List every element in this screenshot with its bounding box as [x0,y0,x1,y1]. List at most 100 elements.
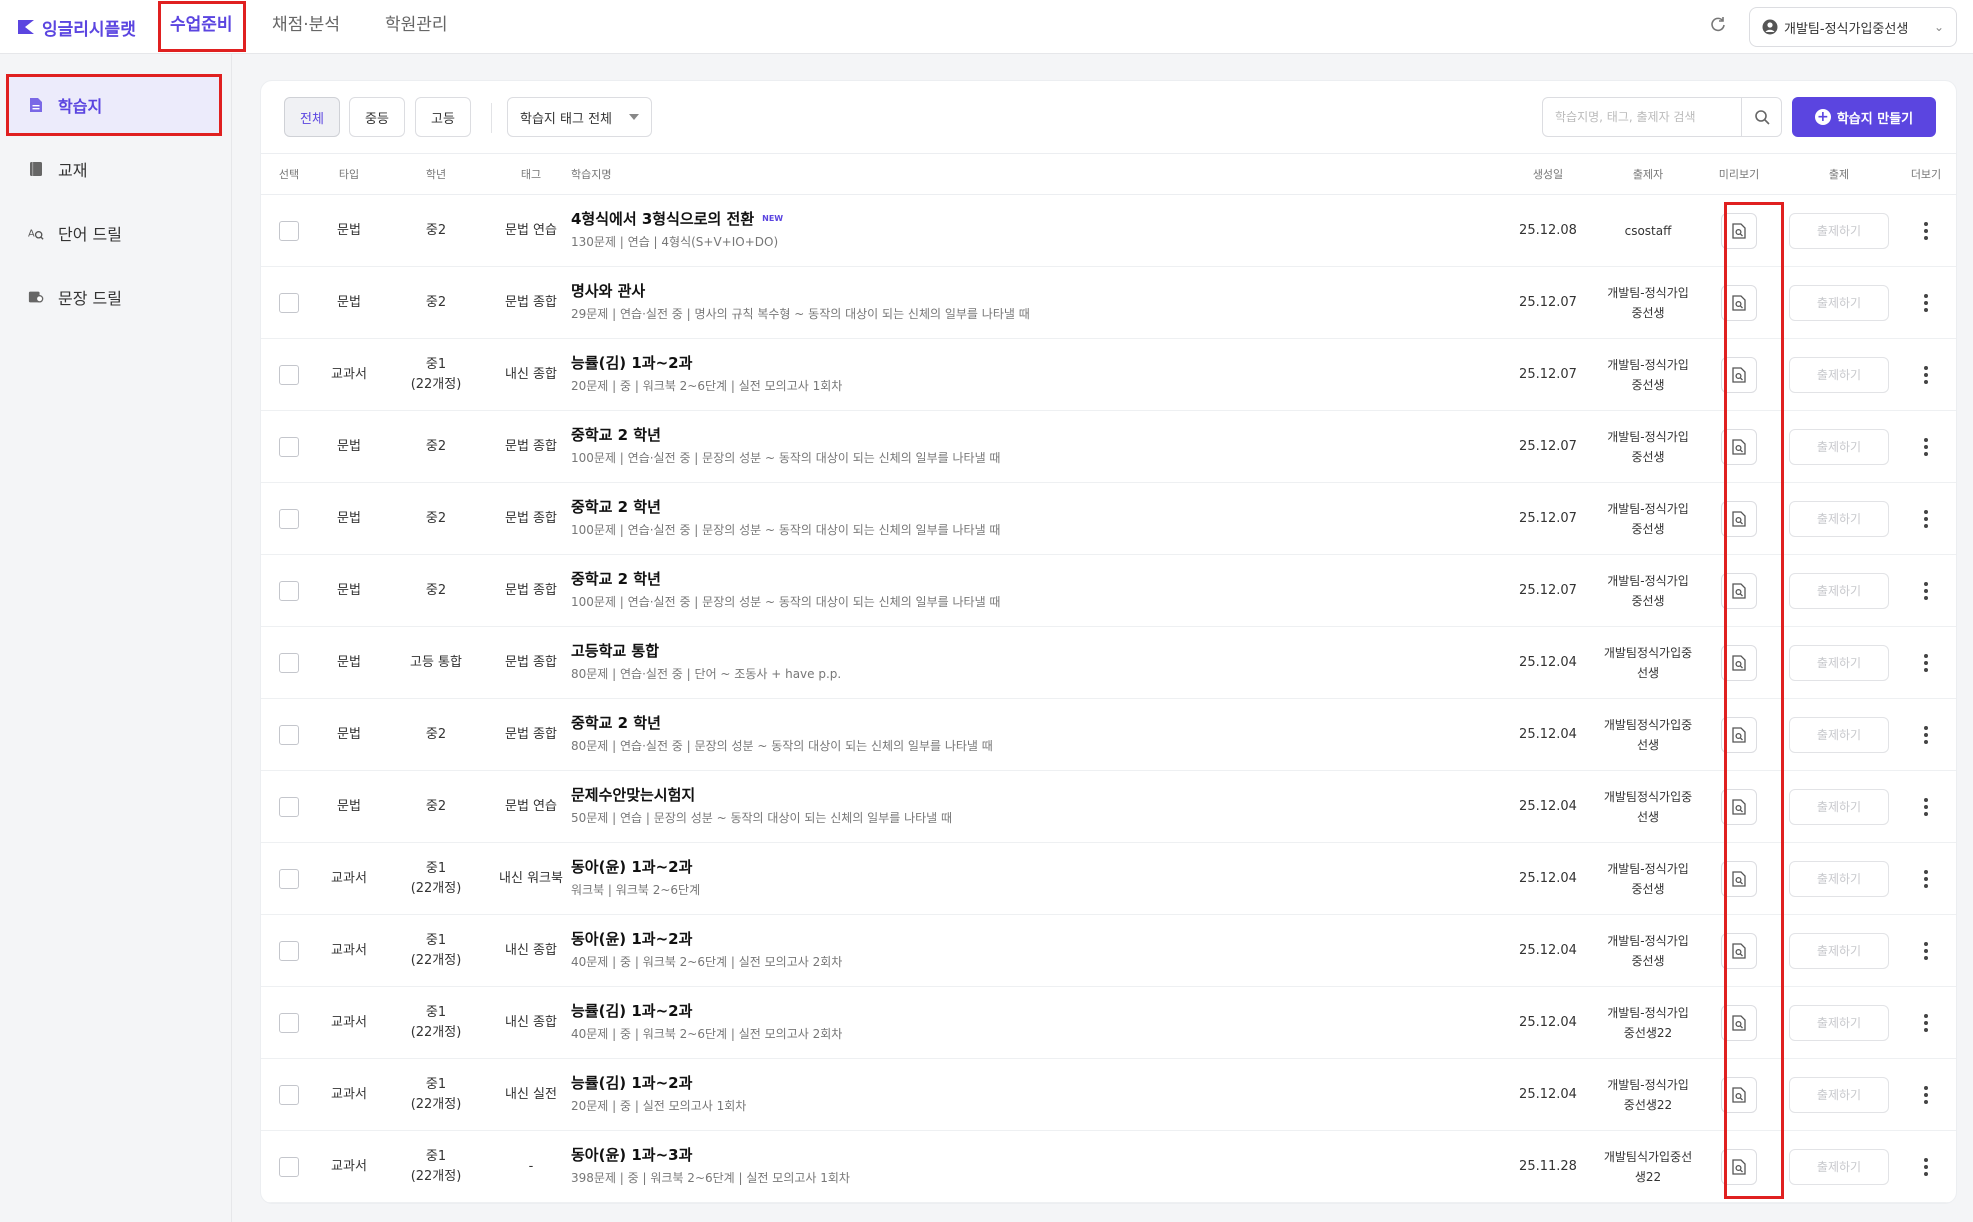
table-row[interactable]: 교과서 중1 (22개정) - 동아(윤) 1과~3과 398문제 | 중 | 워크북 … [261,1131,1956,1203]
preview-button[interactable] [1721,645,1757,681]
preview-button[interactable] [1721,429,1757,465]
sidebar-item-sentence-drill[interactable]: 문장 드릴 [8,268,220,326]
row-title[interactable]: 능률(김) 1과~2과 [571,1000,692,1021]
row-title[interactable]: 능률(김) 1과~2과 [571,352,692,373]
row-title[interactable]: 중학교 2 학년 [571,712,661,733]
sidebar-item-textbook[interactable]: 교재 [8,140,220,198]
more-options-icon[interactable] [1924,438,1928,456]
table-row[interactable]: 문법 중2 문법 종합 중학교 2 학년 100문제 | 연습·실전 중 | 문장의 성… [261,555,1956,627]
row-checkbox[interactable] [279,653,299,673]
nav-tab-academy[interactable]: 학원관리 [375,0,458,54]
assign-button[interactable]: 출제하기 [1789,1005,1889,1041]
table-row[interactable]: 교과서 중1 (22개정) 내신 종합 동아(윤) 1과~2과 40문제 | 중 | 워… [261,915,1956,987]
assign-button[interactable]: 출제하기 [1789,357,1889,393]
table-row[interactable]: 교과서 중1 (22개정) 내신 실전 능률(김) 1과~2과 20문제 | 중 | 실… [261,1059,1956,1131]
row-title[interactable]: 동아(윤) 1과~2과 [571,928,692,949]
more-options-icon[interactable] [1924,798,1928,816]
row-title-block[interactable]: 고등학교 통합 80문제 | 연습·실전 중 | 단어 ~ 조동사 + have … [571,639,1511,682]
table-row[interactable]: 문법 중2 문법 종합 중학교 2 학년 100문제 | 연습·실전 중 | 문장의 성… [261,411,1956,483]
assign-button[interactable]: 출제하기 [1789,1149,1889,1185]
assign-button[interactable]: 출제하기 [1789,429,1889,465]
row-checkbox[interactable] [279,725,299,745]
row-title-block[interactable]: 4형식에서 3형식으로의 전환 NEW 130문제 | 연습 | 4형식(S+V+I… [571,207,1511,250]
row-title[interactable]: 동아(윤) 1과~3과 [571,1144,692,1165]
row-title-block[interactable]: 명사와 관사 29문제 | 연습·실전 중 | 명사의 규칙 복수형 ~ 동작의 … [571,279,1511,322]
row-title-block[interactable]: 능률(김) 1과~2과 40문제 | 중 | 워크북 2~6단계 | 실전 모의고… [571,999,1511,1042]
assign-button[interactable]: 출제하기 [1789,213,1889,249]
more-options-icon[interactable] [1924,366,1928,384]
table-row[interactable]: 교과서 중1 (22개정) 내신 종합 능률(김) 1과~2과 40문제 | 중 | 워… [261,987,1956,1059]
row-title-block[interactable]: 중학교 2 학년 100문제 | 연습·실전 중 | 문장의 성분 ~ 동작의 대… [571,567,1511,610]
row-title-block[interactable]: 중학교 2 학년 100문제 | 연습·실전 중 | 문장의 성분 ~ 동작의 대… [571,495,1511,538]
filter-high-button[interactable]: 고등 [415,97,471,137]
more-options-icon[interactable] [1924,582,1928,600]
row-title-block[interactable]: 동아(윤) 1과~2과 워크북 | 워크북 2~6단계 [571,855,1511,898]
assign-button[interactable]: 출제하기 [1789,933,1889,969]
row-title[interactable]: 중학교 2 학년 [571,424,661,445]
more-options-icon[interactable] [1924,294,1928,312]
more-options-icon[interactable] [1924,510,1928,528]
row-checkbox[interactable] [279,581,299,601]
assign-button[interactable]: 출제하기 [1789,717,1889,753]
table-row[interactable]: 문법 중2 문법 종합 명사와 관사 29문제 | 연습·실전 중 | 명사의 규칙 복… [261,267,1956,339]
row-checkbox[interactable] [279,941,299,961]
more-options-icon[interactable] [1924,654,1928,672]
more-options-icon[interactable] [1924,1086,1928,1104]
row-checkbox[interactable] [279,509,299,529]
preview-button[interactable] [1721,789,1757,825]
table-row[interactable]: 문법 중2 문법 종합 중학교 2 학년 100문제 | 연습·실전 중 | 문장의 성… [261,483,1956,555]
sidebar-item-worksheet[interactable]: 학습지 [8,76,220,134]
row-checkbox[interactable] [279,437,299,457]
tag-select[interactable]: 학습지 태그 전체 [507,97,652,137]
assign-button[interactable]: 출제하기 [1789,789,1889,825]
filter-all-button[interactable]: 전체 [284,97,340,137]
row-checkbox[interactable] [279,869,299,889]
assign-button[interactable]: 출제하기 [1789,1077,1889,1113]
assign-button[interactable]: 출제하기 [1789,645,1889,681]
row-title[interactable]: 문제수안맞는시험지 [571,784,695,805]
preview-button[interactable] [1721,1077,1757,1113]
sidebar-item-word-drill[interactable]: A 단어 드릴 [8,204,220,262]
table-row[interactable]: 문법 중2 문법 연습 문제수안맞는시험지 50문제 | 연습 | 문장의 성분 ~ 동… [261,771,1956,843]
preview-button[interactable] [1721,285,1757,321]
row-title-block[interactable]: 중학교 2 학년 100문제 | 연습·실전 중 | 문장의 성분 ~ 동작의 대… [571,423,1511,466]
assign-button[interactable]: 출제하기 [1789,501,1889,537]
preview-button[interactable] [1721,1005,1757,1041]
table-row[interactable]: 교과서 중1 (22개정) 내신 워크북 동아(윤) 1과~2과 워크북 | 워크북 2… [261,843,1956,915]
nav-tab-grading[interactable]: 채점·분석 [262,0,350,54]
table-row[interactable]: 문법 고등 통합 문법 종합 고등학교 통합 80문제 | 연습·실전 중 | 단어 ~… [261,627,1956,699]
row-title[interactable]: 능률(김) 1과~2과 [571,1072,692,1093]
refresh-icon[interactable] [1706,15,1730,39]
more-options-icon[interactable] [1924,870,1928,888]
preview-button[interactable] [1721,1149,1757,1185]
row-title[interactable]: 4형식에서 3형식으로의 전환 [571,208,754,229]
user-menu-button[interactable]: 개발팀-정식가입중선생 ⌄ [1749,7,1957,47]
row-checkbox[interactable] [279,797,299,817]
table-row[interactable]: 문법 중2 문법 종합 중학교 2 학년 80문제 | 연습·실전 중 | 문장의 성분… [261,699,1956,771]
row-checkbox[interactable] [279,1157,299,1177]
search-icon[interactable] [1741,98,1781,136]
table-row[interactable]: 교과서 중1 (22개정) 내신 종합 능률(김) 1과~2과 20문제 | 중 | 워… [261,339,1956,411]
create-worksheet-button[interactable]: + 학습지 만들기 [1792,97,1936,137]
preview-button[interactable] [1721,933,1757,969]
more-options-icon[interactable] [1924,1158,1928,1176]
row-checkbox[interactable] [279,1085,299,1105]
row-checkbox[interactable] [279,1013,299,1033]
row-title-block[interactable]: 동아(윤) 1과~2과 40문제 | 중 | 워크북 2~6단계 | 실전 모의고… [571,927,1511,970]
row-title[interactable]: 명사와 관사 [571,280,645,301]
more-options-icon[interactable] [1924,1014,1928,1032]
row-title-block[interactable]: 능률(김) 1과~2과 20문제 | 중 | 실전 모의고사 1회차 [571,1071,1511,1114]
preview-button[interactable] [1721,501,1757,537]
brand-logo[interactable]: 잉글리시플랫 [16,14,136,40]
nav-tab-class-prep[interactable]: 수업준비 [160,0,243,54]
table-row[interactable]: 문법 중2 문법 연습 4형식에서 3형식으로의 전환 NEW 130문제 | 연습 | … [261,195,1956,267]
row-checkbox[interactable] [279,365,299,385]
row-title-block[interactable]: 동아(윤) 1과~3과 398문제 | 중 | 워크북 2~6단계 | 실전 모의… [571,1143,1511,1186]
more-options-icon[interactable] [1924,726,1928,744]
more-options-icon[interactable] [1924,222,1928,240]
row-title[interactable]: 중학교 2 학년 [571,496,661,517]
row-title[interactable]: 고등학교 통합 [571,640,659,661]
row-title[interactable]: 중학교 2 학년 [571,568,661,589]
row-title-block[interactable]: 중학교 2 학년 80문제 | 연습·실전 중 | 문장의 성분 ~ 동작의 대상… [571,711,1511,754]
row-checkbox[interactable] [279,293,299,313]
